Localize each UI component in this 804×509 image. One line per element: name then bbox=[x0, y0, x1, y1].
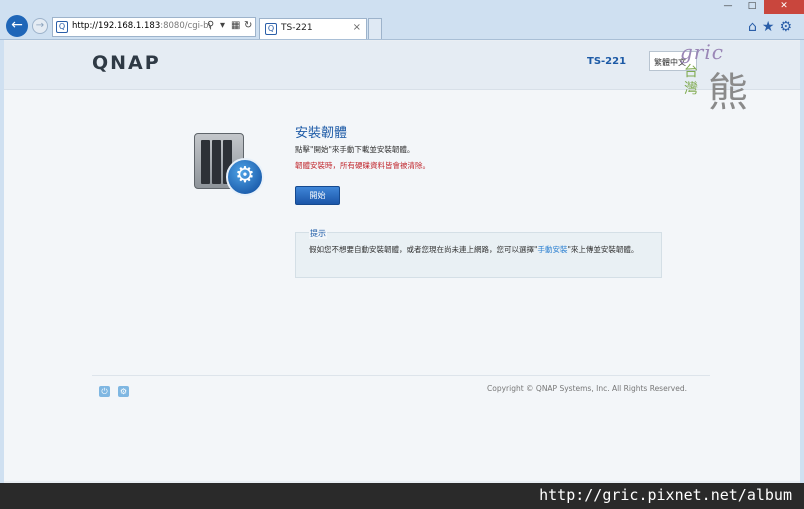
compatibility-view-icon[interactable]: ▦ bbox=[231, 20, 240, 31]
gear-icon: ⚙ bbox=[226, 158, 264, 196]
window-controls: — □ ✕ bbox=[716, 0, 804, 14]
settings-gear-icon[interactable]: ⚙ bbox=[118, 386, 129, 397]
drive-bay bbox=[201, 140, 210, 184]
address-path: :8080/cgi-bin/ bbox=[160, 21, 210, 31]
tab-favicon-icon: Q bbox=[265, 23, 277, 35]
tip-text-before: 假如您不想要自動安裝韌體，或者您現在尚未連上網路，您可以選擇" bbox=[309, 245, 538, 254]
home-icon[interactable]: ⌂ bbox=[748, 19, 757, 35]
refresh-icon[interactable]: ↻ bbox=[244, 20, 252, 31]
footer-url: http://gric.pixnet.net/album bbox=[539, 486, 792, 504]
minimize-button[interactable]: — bbox=[716, 0, 740, 14]
power-icon[interactable]: ⏻ bbox=[99, 386, 110, 397]
manual-install-link[interactable]: 手動安裝 bbox=[537, 245, 567, 254]
window-border-right bbox=[800, 40, 804, 483]
model-name: TS-221 bbox=[587, 56, 627, 67]
browser-toolbar: ← → Q http://192.168.1.183:8080/cgi-bin/… bbox=[0, 0, 804, 40]
tip-title: 提示 bbox=[309, 228, 327, 239]
tip-text-after: "來上傳並安裝韌體。 bbox=[567, 245, 639, 254]
tip-text: 假如您不想要自動安裝韌體，或者您現在尚未連上網路，您可以選擇"手動安裝"來上傳並… bbox=[309, 244, 654, 255]
close-window-button[interactable]: ✕ bbox=[764, 0, 804, 14]
start-button[interactable]: 開始 bbox=[295, 186, 340, 205]
watermark-bear: 熊 bbox=[708, 70, 748, 116]
drive-bay bbox=[212, 140, 221, 184]
warning-text: 韌體安裝時，所有硬碟資料皆會被清除。 bbox=[295, 161, 430, 170]
watermark-logo: gric 台灣 熊 bbox=[668, 40, 760, 116]
tab-close-icon[interactable]: × bbox=[353, 22, 361, 33]
footer-bar: http://gric.pixnet.net/album bbox=[0, 483, 804, 509]
address-host: http://192.168.1.183 bbox=[72, 21, 161, 31]
forward-button[interactable]: → bbox=[32, 18, 48, 34]
back-button[interactable]: ← bbox=[6, 15, 28, 37]
address-url[interactable]: http://192.168.1.183:8080/cgi-bin/ bbox=[72, 21, 210, 31]
address-bar[interactable]: Q http://192.168.1.183:8080/cgi-bin/ ⚲ ▾… bbox=[52, 17, 256, 37]
new-tab-button[interactable] bbox=[368, 18, 382, 39]
tab-ts221[interactable]: Q TS-221 × bbox=[259, 18, 367, 39]
dropdown-icon[interactable]: ▾ bbox=[220, 20, 225, 31]
browser-tools: ⌂ ★ ⚙ bbox=[748, 19, 792, 35]
instruction-text: 點擊"開始"來手動下載並安裝韌體。 bbox=[295, 145, 415, 154]
settings-icon[interactable]: ⚙ bbox=[779, 19, 792, 35]
nas-device-icon: ⚙ bbox=[194, 133, 266, 199]
page-title: 安裝韌體 bbox=[295, 126, 348, 141]
watermark-taiwan: 台灣 bbox=[684, 64, 698, 97]
copyright-text: Copyright © QNAP Systems, Inc. All Right… bbox=[487, 384, 687, 393]
maximize-button[interactable]: □ bbox=[740, 0, 764, 14]
search-icon[interactable]: ⚲ bbox=[207, 20, 214, 31]
qnap-logo: QNAP bbox=[92, 52, 161, 74]
tip-box: 提示 假如您不想要自動安裝韌體，或者您現在尚未連上網路，您可以選擇"手動安裝"來… bbox=[295, 228, 662, 278]
favicon-icon: Q bbox=[56, 21, 68, 33]
tab-title: TS-221 bbox=[281, 23, 313, 33]
favorites-icon[interactable]: ★ bbox=[762, 19, 775, 35]
footer-divider bbox=[92, 375, 710, 376]
